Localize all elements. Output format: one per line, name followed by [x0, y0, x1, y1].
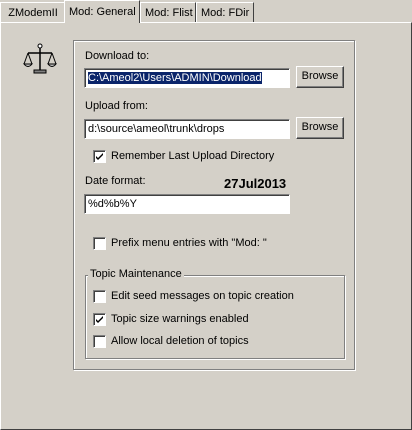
- topic-maintenance-title: Topic Maintenance: [88, 268, 184, 280]
- prefix-menu-checkbox[interactable]: [93, 237, 106, 250]
- remember-upload-checkbox[interactable]: [93, 150, 106, 163]
- scales-icon: [22, 43, 58, 74]
- upload-path-field[interactable]: d:\source\ameol\trunk\drops: [84, 119, 290, 139]
- date-format-label: Date format:: [85, 175, 146, 187]
- date-preview: 27Jul2013: [224, 176, 287, 191]
- tab-strip: ZModemII Mod: General Mod: Flist Mod: FD…: [0, 0, 412, 24]
- edit-seed-label: Edit seed messages on topic creation: [111, 290, 294, 302]
- download-label: Download to:: [85, 50, 150, 62]
- upload-browse-button[interactable]: Browse: [296, 117, 344, 139]
- download-path-field[interactable]: C:\Ameol2\Users\ADMIN\Download: [84, 68, 290, 88]
- download-path-value: C:\Ameol2\Users\ADMIN\Download: [88, 72, 262, 84]
- tab-mod-general[interactable]: Mod: General: [64, 0, 140, 23]
- topic-size-warnings-label: Topic size warnings enabled: [111, 313, 249, 325]
- date-format-value: %d%b%Y: [88, 198, 137, 210]
- remember-upload-label: Remember Last Upload Directory: [111, 150, 275, 162]
- allow-local-deletion-checkbox[interactable]: [93, 335, 106, 348]
- checkmark-icon: [96, 153, 103, 160]
- upload-path-value: d:\source\ameol\trunk\drops: [88, 123, 225, 135]
- tab-mod-flist[interactable]: Mod: Flist: [140, 2, 196, 22]
- upload-label: Upload from:: [85, 100, 148, 112]
- prefix-menu-label: Prefix menu entries with "Mod: ": [111, 237, 267, 249]
- tab-zmodemii[interactable]: ZModemII: [0, 2, 66, 22]
- allow-local-deletion-label: Allow local deletion of topics: [111, 335, 249, 347]
- topic-size-warnings-checkbox[interactable]: [93, 313, 106, 326]
- edit-seed-checkbox[interactable]: [93, 290, 106, 303]
- tab-mod-fdir[interactable]: Mod: FDir: [196, 2, 254, 22]
- date-format-field[interactable]: %d%b%Y: [84, 194, 290, 214]
- checkmark-icon: [96, 316, 103, 323]
- download-browse-button[interactable]: Browse: [296, 66, 344, 88]
